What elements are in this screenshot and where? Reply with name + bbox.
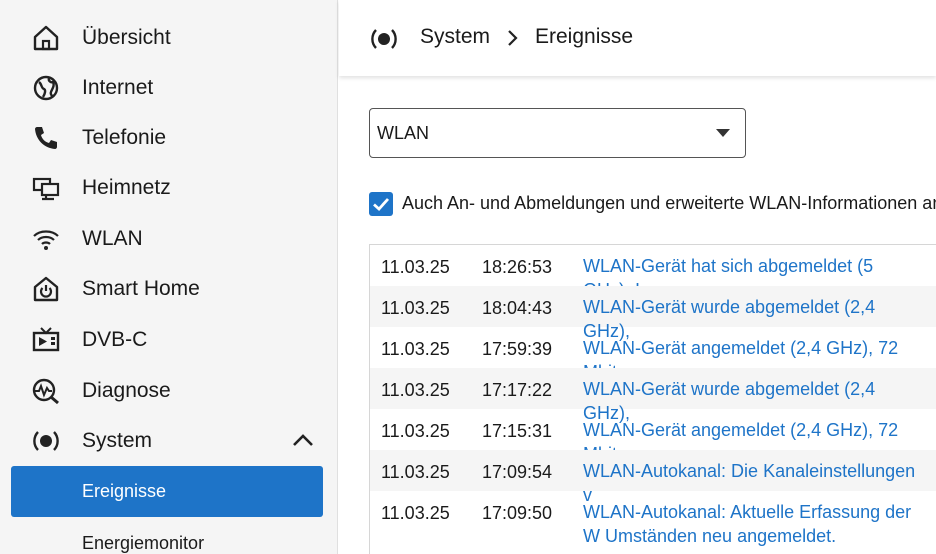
sidebar-item-label: Heimnetz <box>82 176 171 199</box>
event-date: 11.03.25 <box>381 421 450 441</box>
home-icon <box>30 22 62 54</box>
network-icon <box>30 172 62 204</box>
sidebar-item-label: Diagnose <box>82 379 171 402</box>
sidebar-item-label: DVB-C <box>82 328 148 351</box>
event-time: 17:09:50 <box>482 503 553 523</box>
sidebar-item-label: WLAN <box>82 227 143 250</box>
chevron-right-icon <box>504 27 522 49</box>
sidebar-item-internet[interactable]: Internet <box>0 64 337 112</box>
phone-icon <box>30 122 62 154</box>
sidebar-item-smart-home[interactable]: Smart Home <box>0 265 337 313</box>
table-row: 11.03.25 17:15:31 WLAN-Gerät angemeldet … <box>370 409 936 464</box>
sidebar-item-wlan[interactable]: WLAN <box>0 215 337 263</box>
sidebar-item-label: Internet <box>82 76 154 99</box>
sidebar-item-dvb-c[interactable]: DVB-C <box>0 316 337 364</box>
diagnose-icon <box>30 375 62 407</box>
event-date: 11.03.25 <box>381 503 450 523</box>
sidebar-subitem-label: Energiemonitor <box>82 533 205 553</box>
table-row: 11.03.25 17:09:54 WLAN-Autokanal: Die Ka… <box>370 450 936 505</box>
smart-home-icon <box>30 273 62 305</box>
sidebar-item-label: Telefonie <box>82 126 167 149</box>
event-date: 11.03.25 <box>381 257 450 277</box>
show-wlan-details-checkbox-row[interactable]: Auch An- und Abmeldungen und erweiterte … <box>369 190 936 220</box>
table-row: 11.03.25 18:26:53 WLAN-Gerät hat sich ab… <box>370 245 936 300</box>
event-message-link[interactable]: WLAN-Autokanal: Aktuelle Erfassung der W… <box>583 500 923 548</box>
page-header: System Ereignisse <box>339 0 936 76</box>
event-time: 17:15:31 <box>482 421 553 441</box>
main-content: WLAN Auch An- und Abmeldungen und erweit… <box>339 76 936 554</box>
caret-down-icon <box>716 129 730 137</box>
sidebar-item-diagnose[interactable]: Diagnose <box>0 367 337 415</box>
event-date: 11.03.25 <box>381 298 450 318</box>
event-filter-value: WLAN <box>377 123 430 143</box>
sidebar-item-uebersicht[interactable]: Übersicht <box>0 14 337 62</box>
show-wlan-details-checkbox[interactable] <box>369 192 393 216</box>
chevron-up-icon[interactable] <box>290 428 316 454</box>
sidebar-subitem-ereignisse[interactable]: Ereignisse <box>11 466 323 517</box>
event-table: 11.03.25 18:26:53 WLAN-Gerät hat sich ab… <box>369 244 936 554</box>
sidebar-subitem-energiemonitor[interactable]: Energiemonitor <box>11 518 323 554</box>
sidebar-item-label: Übersicht <box>82 26 171 49</box>
event-filter-select[interactable]: WLAN <box>369 108 746 158</box>
wifi-icon <box>30 223 62 255</box>
event-time: 17:59:39 <box>482 339 553 359</box>
sidebar-item-telefonie[interactable]: Telefonie <box>0 114 337 162</box>
system-icon <box>30 425 62 457</box>
page-title: Ereignisse <box>535 25 634 48</box>
event-time: 18:26:53 <box>482 257 553 277</box>
sidebar-item-label: System <box>82 429 153 452</box>
event-time: 18:04:43 <box>482 298 553 318</box>
table-row: 11.03.25 17:17:22 WLAN-Gerät wurde abgem… <box>370 368 936 423</box>
globe-icon <box>30 72 62 104</box>
table-row: 11.03.25 17:59:39 WLAN-Gerät angemeldet … <box>370 327 936 382</box>
tv-icon <box>30 324 62 356</box>
sidebar-item-system[interactable]: System <box>0 417 337 465</box>
checkbox-label: Auch An- und Abmeldungen und erweiterte … <box>402 193 936 213</box>
sidebar-item-label: Smart Home <box>82 277 200 300</box>
event-date: 11.03.25 <box>381 380 450 400</box>
event-time: 17:17:22 <box>482 380 553 400</box>
table-row: 11.03.25 18:04:43 WLAN-Gerät wurde abgem… <box>370 286 936 341</box>
event-date: 11.03.25 <box>381 462 450 482</box>
system-icon <box>369 24 399 54</box>
table-row: 11.03.25 17:09:50 WLAN-Autokanal: Aktuel… <box>370 491 936 554</box>
event-date: 11.03.25 <box>381 339 450 359</box>
breadcrumb-system[interactable]: System <box>420 25 490 49</box>
event-time: 17:09:54 <box>482 462 553 482</box>
sidebar: Übersicht Internet Telefonie Heimnetz WL… <box>0 0 338 554</box>
sidebar-subitem-label: Ereignisse <box>82 481 167 501</box>
sidebar-item-heimnetz[interactable]: Heimnetz <box>0 164 337 212</box>
